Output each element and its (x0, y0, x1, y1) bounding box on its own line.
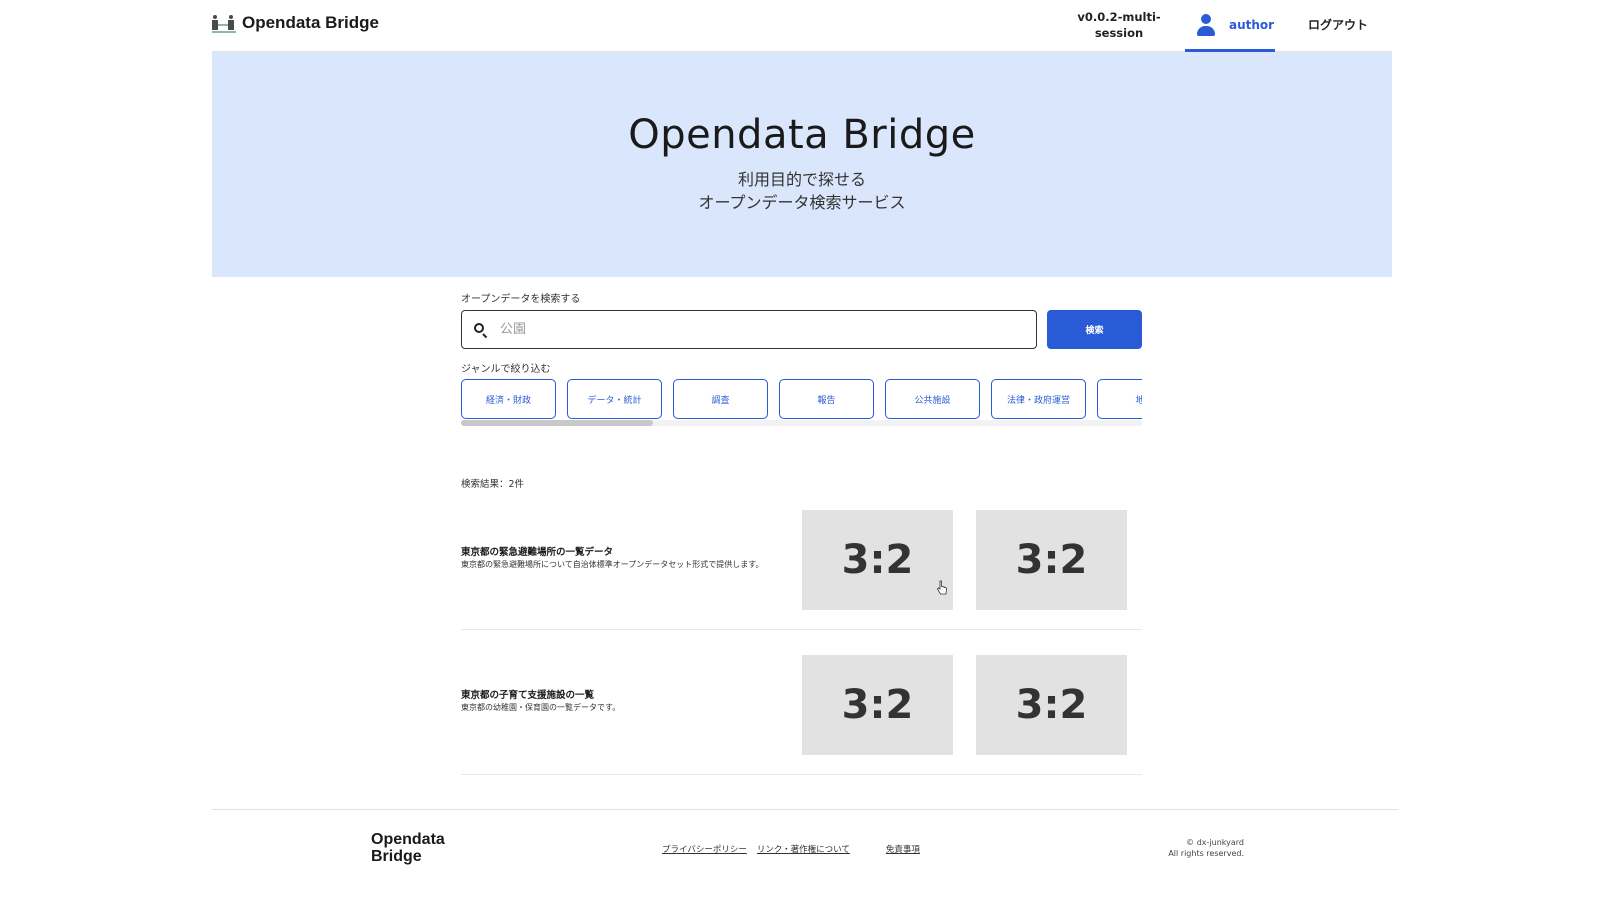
result-thumbnail[interactable]: 3:2 (976, 510, 1127, 610)
footer-brand-line-1: Opendata (371, 831, 445, 848)
footer-links: プライバシーポリシー リンク・著作権について 免責事項 (662, 843, 920, 855)
brand-logo-icon (212, 12, 236, 34)
search-icon (474, 322, 488, 338)
result-text: 東京都の緊急避難場所の一覧データ 東京都の緊急避難場所について自治体標準オープン… (461, 547, 781, 570)
site-footer: Opendata Bridge プライバシーポリシー リンク・著作権について 免… (212, 809, 1398, 889)
brand-name: Opendata Bridge (242, 13, 379, 32)
genre-chip-economy[interactable]: 経済・財政 (461, 379, 556, 419)
copyright: © dx-junkyard All rights reserved. (1154, 837, 1244, 859)
result-title[interactable]: 東京都の子育て支援施設の一覧 (461, 690, 781, 702)
result-description: 東京都の緊急避難場所について自治体標準オープンデータセット形式で提供します。 (461, 560, 764, 569)
pointer-cursor-icon (937, 580, 947, 595)
hero-banner: Opendata Bridge 利用目的で探せる オープンデータ検索サービス (212, 52, 1392, 277)
footer-brand-line-2: Bridge (371, 848, 422, 865)
genre-chip-law-government[interactable]: 法律・政府運営 (991, 379, 1086, 419)
result-title[interactable]: 東京都の緊急避難場所の一覧データ (461, 547, 781, 559)
genre-scrollbar[interactable] (461, 420, 1142, 426)
result-item[interactable]: 東京都の緊急避難場所の一覧データ 東京都の緊急避難場所について自治体標準オープン… (461, 505, 1142, 630)
result-text: 東京都の子育て支援施設の一覧 東京都の幼稚園・保育園の一覧データです。 (461, 690, 781, 713)
user-icon (1197, 13, 1215, 36)
user-menu-tab[interactable]: author (1185, 0, 1275, 52)
logout-link[interactable]: ログアウト (1308, 16, 1368, 33)
result-description: 東京都の幼稚園・保育園の一覧データです。 (461, 703, 621, 712)
result-item[interactable]: 東京都の子育て支援施設の一覧 東京都の幼稚園・保育園の一覧データです。 3:2 … (461, 650, 1142, 775)
brand-link[interactable]: Opendata Bridge (212, 12, 379, 34)
genre-filter-label: ジャンルで絞り込む (461, 364, 551, 375)
footer-brand[interactable]: Opendata Bridge (371, 831, 471, 865)
genre-chip-public-facility[interactable]: 公共施設 (885, 379, 980, 419)
version-line-1: v0.0.2-multi- (1077, 10, 1161, 24)
user-name: author (1229, 17, 1275, 32)
genre-chip-statistics[interactable]: データ・統計 (567, 379, 662, 419)
search-field[interactable] (461, 310, 1037, 349)
privacy-policy-link[interactable]: プライバシーポリシー (662, 843, 747, 855)
version-line-2: session (1094, 26, 1144, 40)
hero-subtitle-line-1: 利用目的で探せる (737, 170, 866, 189)
copyright-line-1: © dx-junkyard (1186, 838, 1244, 847)
result-count: 検索結果：2件 (461, 479, 525, 490)
genre-chip-report[interactable]: 報告 (779, 379, 874, 419)
genre-chip-region[interactable]: 地域 (1097, 379, 1142, 419)
result-thumbnail[interactable]: 3:2 (976, 655, 1127, 755)
result-thumbnail[interactable]: 3:2 (802, 655, 953, 755)
search-label: オープンデータを検索する (461, 294, 581, 305)
result-thumbnail[interactable]: 3:2 (802, 510, 953, 610)
search-input[interactable] (500, 322, 1000, 337)
copyright-line-2: All rights reserved. (1168, 849, 1244, 858)
genre-chip-survey[interactable]: 調査 (673, 379, 768, 419)
hero-subtitle-line-2: オープンデータ検索サービス (698, 193, 906, 212)
site-header: Opendata Bridge v0.0.2-multi- session au… (212, 0, 1392, 52)
disclaimer-link[interactable]: 免責事項 (886, 843, 920, 855)
link-copyright-link[interactable]: リンク・著作権について (757, 843, 850, 855)
search-button[interactable]: 検索 (1047, 310, 1142, 349)
genre-scrollbar-thumb[interactable] (461, 420, 653, 426)
hero-subtitle: 利用目的で探せる オープンデータ検索サービス (212, 168, 1392, 214)
hero-title: Opendata Bridge (628, 112, 976, 158)
version-label: v0.0.2-multi- session (1074, 9, 1164, 41)
